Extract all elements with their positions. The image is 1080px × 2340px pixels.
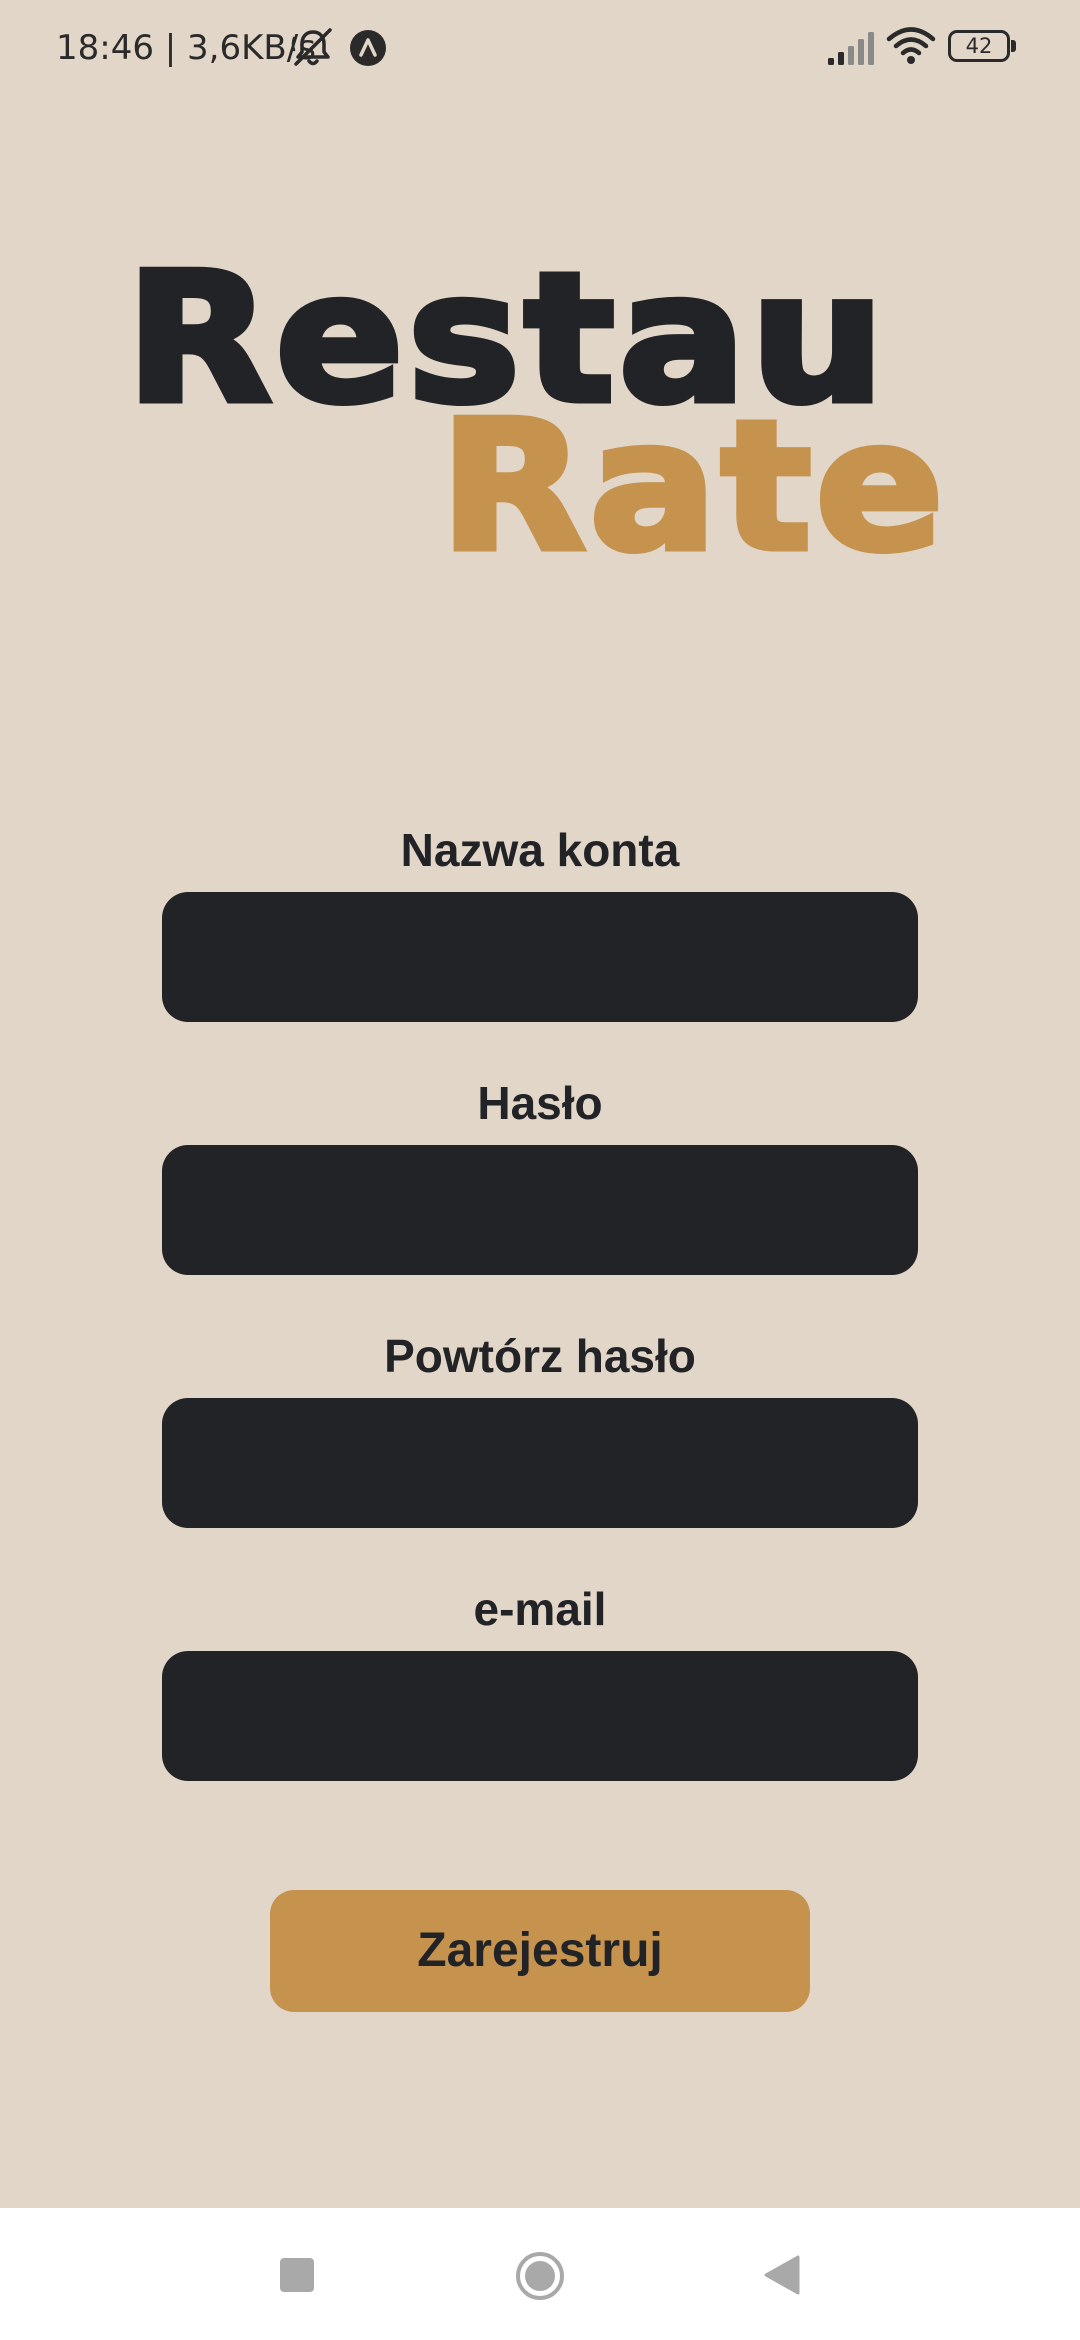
mute-icon [291, 28, 332, 66]
signal-icon [828, 32, 874, 65]
app-logo: Restau Rate [0, 246, 1080, 590]
password-repeat-input[interactable] [162, 1398, 918, 1528]
register-button[interactable]: Zarejestruj [270, 1890, 810, 2012]
email-label: e-mail [473, 1583, 607, 1635]
home-icon[interactable] [514, 2250, 566, 2302]
recents-icon[interactable] [280, 2258, 314, 2292]
back-icon[interactable] [762, 2254, 802, 2296]
password-repeat-label: Powtórz hasło [384, 1330, 696, 1382]
username-label: Nazwa konta [400, 824, 680, 876]
status-time-speed: 18:46 | 3,6KB/s [56, 28, 316, 68]
system-navigation-bar [0, 2208, 1080, 2340]
status-bar: 18:46 | 3,6KB/s 42 [0, 0, 1080, 96]
password-label: Hasło [477, 1077, 603, 1129]
logo-text-rate: Rate [436, 383, 948, 590]
navigation-app-icon [350, 30, 386, 66]
battery-icon: 42 [948, 30, 1018, 64]
battery-level: 42 [965, 34, 993, 58]
password-input[interactable] [162, 1145, 918, 1275]
wifi-icon [886, 27, 936, 64]
email-input[interactable] [162, 1651, 918, 1781]
username-input[interactable] [162, 892, 918, 1022]
